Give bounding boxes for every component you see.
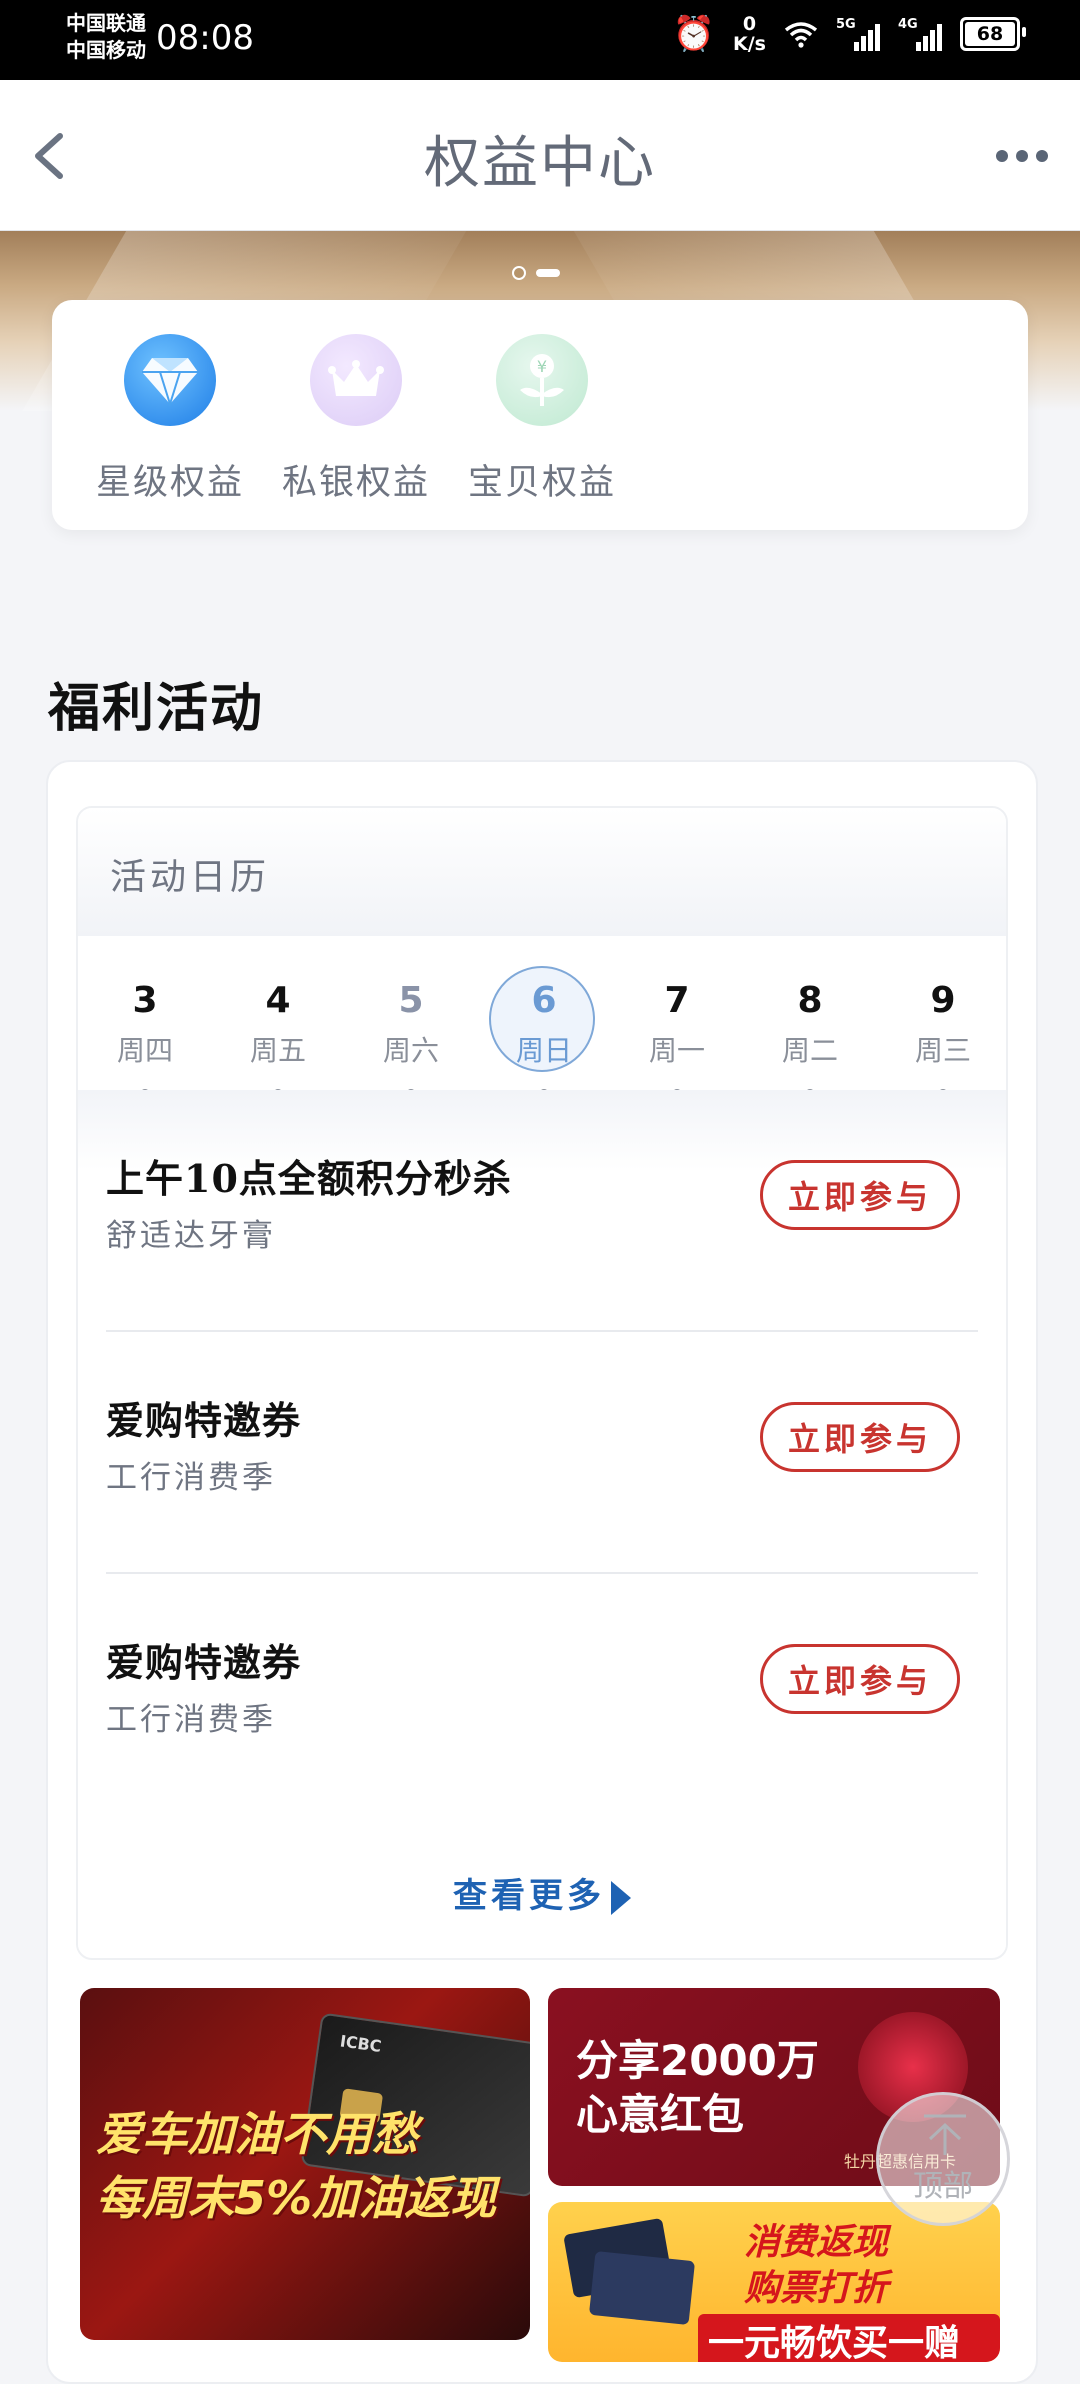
promo-text-highlight: 一元畅饮买一赠一	[698, 2314, 1000, 2362]
benefit-star[interactable]: 星级权益	[80, 334, 260, 505]
activity-title: 上午10点全额积分秒杀	[106, 1156, 512, 1201]
wifi-icon	[784, 22, 818, 48]
arrow-up-icon	[924, 2114, 966, 2155]
promo-text: 消费返现 购票打折	[744, 2222, 889, 2309]
benefits-card: 星级权益 私银权益 ¥ 宝贝权益	[52, 300, 1028, 530]
day-item[interactable]: 8 周二	[755, 938, 865, 1099]
status-bar: 中国联通 中国移动 08:08 ⏰ 0 K/s 5G 4G 68	[0, 0, 1080, 80]
day-strip: 3 周四 4 周五 5 周六 6 周日 7 周一 8 周二 9 周三	[78, 938, 1006, 1099]
carousel-dot-active	[512, 266, 526, 280]
activity-title: 爱购特邀券	[106, 1640, 302, 1685]
day-item[interactable]: 9 周三	[888, 938, 998, 1099]
page-title: 权益中心	[424, 131, 656, 196]
diamond-icon	[124, 334, 216, 426]
back-to-top-label: 顶部	[913, 2169, 973, 2204]
sprout-coin-icon: ¥	[496, 334, 588, 426]
battery-level: 68	[976, 23, 1004, 45]
crown-icon	[310, 334, 402, 426]
signal-5g-icon: 5G	[836, 17, 880, 51]
battery-icon: 68	[960, 17, 1026, 51]
activity-subtitle: 舒适达牙膏	[106, 1218, 276, 1254]
day-item[interactable]: 4 周五	[223, 938, 333, 1099]
back-to-top-button[interactable]: 顶部	[876, 2092, 1010, 2226]
join-button[interactable]: 立即参与	[760, 1160, 960, 1230]
see-more-link[interactable]: 查看更多	[78, 1868, 1006, 1917]
play-right-icon	[611, 1881, 631, 1915]
day-item[interactable]: 7 周一	[622, 938, 732, 1099]
activity-list: 上午10点全额积分秒杀 舒适达牙膏 立即参与 爱购特邀券 工行消费季 立即参与 …	[78, 1090, 1006, 1950]
activity-item: 爱购特邀券 工行消费季 立即参与	[106, 1332, 978, 1574]
calendar-header: 活动日历	[78, 808, 1006, 936]
benefit-private[interactable]: 私银权益	[266, 334, 446, 505]
nav-header: 权益中心	[0, 80, 1080, 232]
day-item[interactable]: 5 周六	[356, 938, 466, 1099]
activity-calendar: 活动日历 3 周四 4 周五 5 周六 6 周日 7 周一 8 周二 9 周三 …	[76, 806, 1008, 1960]
alarm-icon: ⏰	[672, 14, 716, 54]
activity-subtitle: 工行消费季	[106, 1460, 276, 1496]
promo-consume-cashback[interactable]: 消费返现 购票打折 一元畅饮买一赠一	[548, 2202, 1000, 2362]
card-brand: ICBC	[338, 2031, 383, 2056]
status-time: 08:08	[156, 18, 254, 58]
activity-subtitle: 工行消费季	[106, 1702, 276, 1738]
carousel-dot	[536, 269, 560, 277]
day-item-selected[interactable]: 6 周日	[489, 938, 599, 1099]
promo-text: 分享2000万 心意红包	[576, 2036, 819, 2139]
calendar-title: 活动日历	[110, 857, 271, 898]
more-horizontal-icon[interactable]	[990, 138, 1054, 174]
carrier-1: 中国联通	[66, 11, 146, 35]
day-item[interactable]: 3 周四	[90, 938, 200, 1099]
signal-4g-icon: 4G	[898, 17, 942, 51]
promo-fuel-cashback[interactable]: ICBC 爱车加油不用愁 每周末5%加油返现	[80, 1988, 530, 2340]
benefit-label: 星级权益	[95, 463, 244, 503]
activity-title: 爱购特邀券	[106, 1398, 302, 1443]
join-button[interactable]: 立即参与	[760, 1402, 960, 1472]
benefit-label: 宝贝权益	[467, 463, 616, 503]
section-title: 福利活动	[48, 678, 265, 739]
see-more-label: 查看更多	[453, 1876, 605, 1916]
cards-image	[563, 2216, 698, 2336]
benefit-baby[interactable]: ¥ 宝贝权益	[452, 334, 632, 505]
activity-item: 爱购特邀券 工行消费季 立即参与	[106, 1574, 978, 1816]
carousel-indicator	[512, 266, 560, 280]
net-speed: 0 K/s	[733, 13, 766, 55]
join-button[interactable]: 立即参与	[760, 1644, 960, 1714]
carrier-info: 中国联通 中国移动	[66, 10, 146, 64]
svg-text:¥: ¥	[537, 357, 547, 376]
carrier-2: 中国移动	[66, 38, 146, 62]
benefit-label: 私银权益	[281, 463, 430, 503]
activity-item: 上午10点全额积分秒杀 舒适达牙膏 立即参与	[106, 1090, 978, 1332]
promo-text: 爱车加油不用愁 每周末5%加油返现	[96, 2107, 497, 2225]
